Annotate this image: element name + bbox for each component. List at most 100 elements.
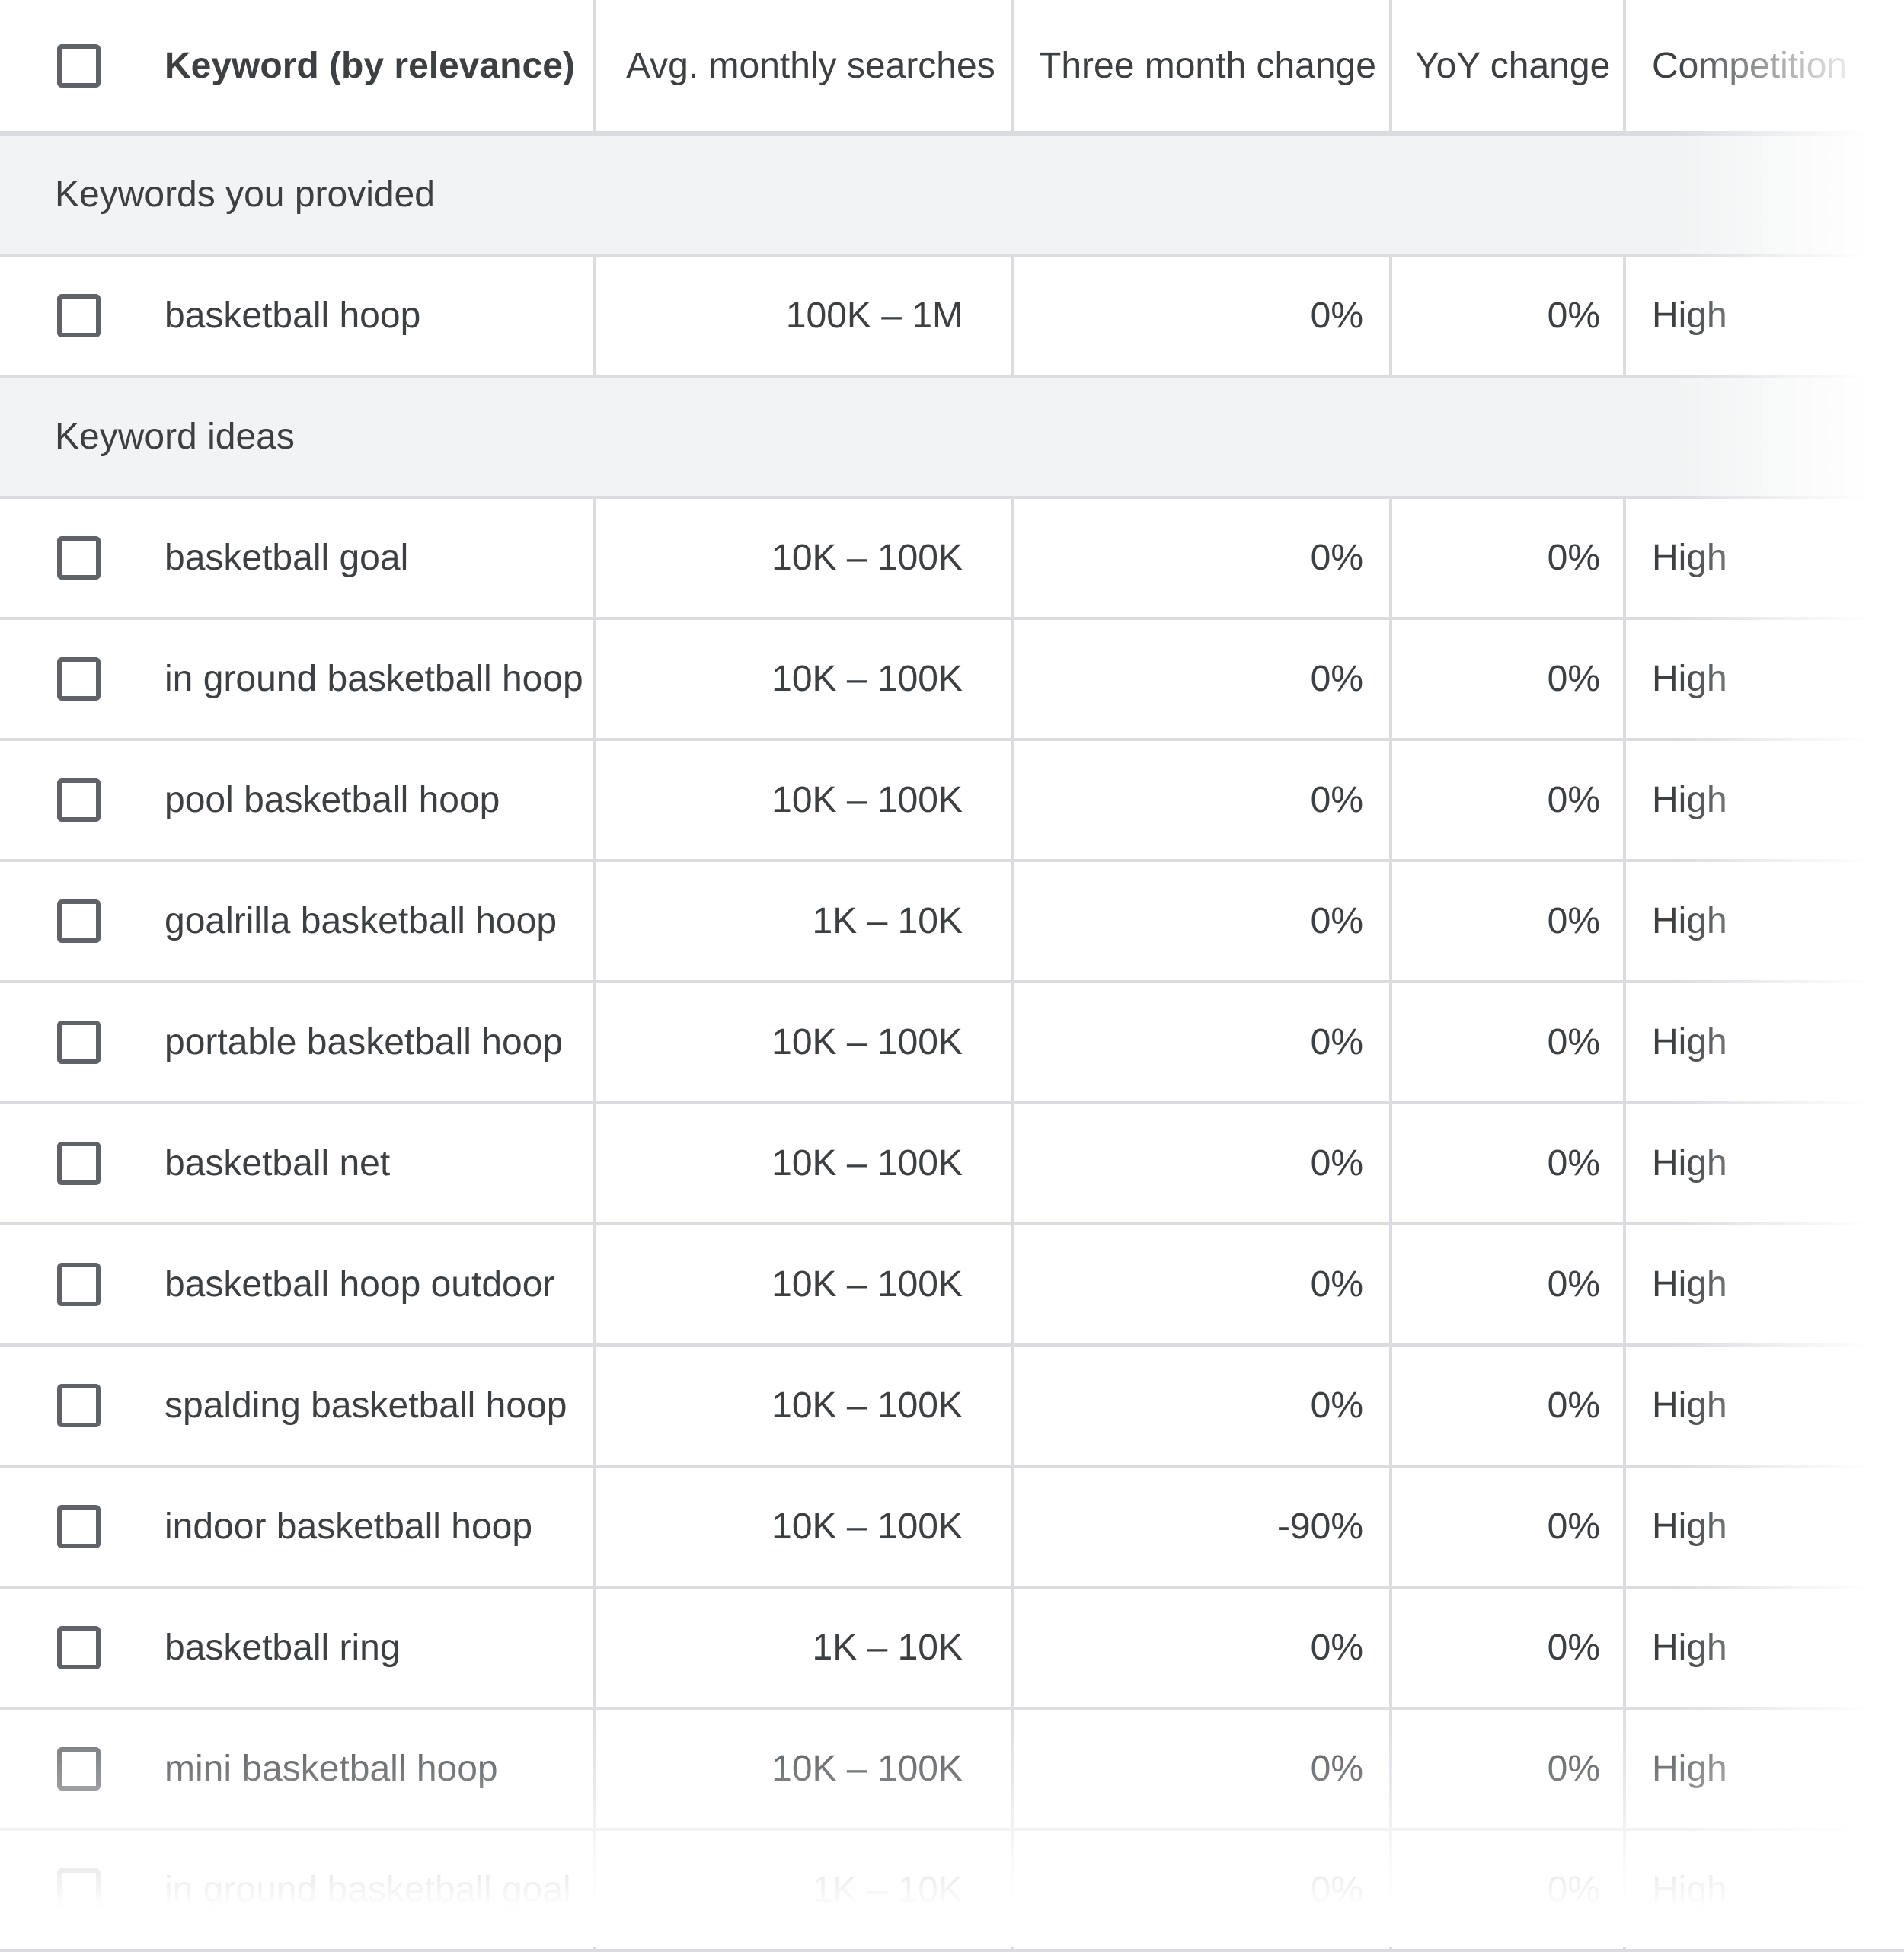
yoy-change-cell: 0% [1392, 1225, 1626, 1343]
table-row[interactable]: basketball goal 10K – 100K 0% 0% High [0, 499, 1904, 620]
row-checkbox[interactable] [57, 1384, 101, 1427]
keyword-text: in ground basketball goal [165, 1870, 571, 1910]
keyword-text: indoor basketball hoop [165, 1506, 533, 1547]
yoy-change-cell: 0% [1392, 983, 1626, 1101]
table-row[interactable]: portable basketball hoop 10K – 100K 0% 0% Hi… [0, 983, 1904, 1104]
row-checkbox[interactable] [57, 1021, 101, 1064]
three-month-change-cell: 0% [1014, 862, 1392, 980]
group-label: Keywords you provided [55, 174, 435, 215]
three-month-change-cell: 0% [1014, 741, 1392, 859]
keyword-cell: basketball hoop [0, 257, 596, 375]
yoy-change-cell: 0% [1392, 1710, 1626, 1828]
yoy-change-cell: 0% [1392, 741, 1626, 859]
avg-monthly-searches-cell: 10K – 100K [596, 499, 1014, 617]
row-checkbox[interactable] [57, 1747, 101, 1791]
avg-monthly-searches-cell: 10K – 100K [596, 1104, 1014, 1222]
row-checkbox[interactable] [57, 1142, 101, 1185]
keyword-text: spalding basketball hoop [165, 1385, 567, 1426]
table-row[interactable]: mini basketball hoop 10K – 100K 0% 0% High [0, 1710, 1904, 1831]
avg-monthly-searches-cell: 10K – 100K [596, 1225, 1014, 1343]
competition-cell: High [1652, 1385, 1727, 1426]
row-checkbox[interactable] [57, 294, 101, 337]
three-month-change-cell: 0% [1014, 1831, 1392, 1949]
keyword-cell: basketball net [0, 1104, 596, 1222]
column-header-yoy-change[interactable]: YoY change [1392, 0, 1626, 131]
keyword-text: basketball hoop [165, 296, 421, 336]
three-month-change-cell: 0% [1014, 1710, 1392, 1828]
yoy-change-cell: 0% [1392, 499, 1626, 617]
keyword-cell: in ground basketball hoop [0, 620, 596, 738]
table-row[interactable]: goalrilla basketball hoop 1K – 10K 0% 0% Hig… [0, 862, 1904, 983]
keyword-ideas-table: Keyword (by relevance) Avg. monthly sear… [0, 0, 1904, 1952]
avg-monthly-searches-cell: 1K – 10K [596, 1831, 1014, 1949]
yoy-change-cell: 0% [1392, 862, 1626, 980]
yoy-change-cell: 0% [1392, 620, 1626, 738]
keyword-cell: indoor basketball hoop [0, 1468, 596, 1586]
row-checkbox[interactable] [57, 1263, 101, 1306]
keyword-cell: basketball ring [0, 1589, 596, 1707]
avg-monthly-searches-cell: 10K – 100K [596, 1347, 1014, 1465]
yoy-change-cell: 0% [1392, 1104, 1626, 1222]
keyword-cell: spalding basketball hoop [0, 1347, 596, 1465]
row-checkbox[interactable] [57, 536, 101, 580]
competition-cell: High [1652, 901, 1727, 941]
column-header-avg-monthly-searches[interactable]: Avg. monthly searches [596, 0, 1014, 131]
three-month-change-cell: 0% [1014, 499, 1392, 617]
row-checkbox[interactable] [57, 1505, 101, 1548]
table-row[interactable]: indoor basketball hoop 10K – 100K -90% 0% Hi… [0, 1468, 1904, 1589]
competition-cell: High [1652, 1628, 1727, 1668]
yoy-change-cell: 0% [1392, 1347, 1626, 1465]
keyword-text: in ground basketball hoop [165, 659, 583, 699]
keyword-text: basketball ring [165, 1628, 401, 1668]
table-row[interactable]: basketball ring 1K – 10K 0% 0% High [0, 1589, 1904, 1710]
competition-cell: High [1652, 780, 1727, 820]
avg-monthly-searches-cell: 10K – 100K [596, 620, 1014, 738]
three-month-change-cell: 0% [1014, 1589, 1392, 1707]
table-row[interactable]: basketball net 10K – 100K 0% 0% High [0, 1104, 1904, 1225]
keyword-cell: in ground basketball goal [0, 1831, 596, 1949]
keyword-cell: basketball goal [0, 499, 596, 617]
table-row[interactable]: basketball hoop outdoor 10K – 100K 0% 0% Hig… [0, 1225, 1904, 1347]
select-all-checkbox[interactable] [57, 43, 101, 88]
group-label: Keyword ideas [55, 417, 295, 457]
avg-monthly-searches-cell: 10K – 100K [596, 1468, 1014, 1586]
table-row[interactable]: in ground basketball hoop 10K – 100K 0% 0% H… [0, 620, 1904, 741]
avg-monthly-searches-cell: 100K – 1M [596, 257, 1014, 375]
three-month-change-cell: 0% [1014, 983, 1392, 1101]
column-header-competition[interactable]: Competition [1626, 0, 1904, 131]
column-header-keyword-label[interactable]: Keyword (by relevance) [165, 45, 575, 87]
keyword-cell: portable basketball hoop [0, 983, 596, 1101]
table-row[interactable]: spalding basketball hoop 10K – 100K 0% 0% Hi… [0, 1347, 1904, 1468]
competition-cell: High [1652, 1022, 1727, 1062]
column-header-keyword[interactable]: Keyword (by relevance) [0, 0, 596, 131]
competition-cell: High [1652, 1264, 1727, 1305]
avg-monthly-searches-cell: 10K – 100K [596, 983, 1014, 1101]
keyword-text: portable basketball hoop [165, 1022, 564, 1062]
avg-monthly-searches-cell: 1K – 10K [596, 862, 1014, 980]
yoy-change-cell: 0% [1392, 1589, 1626, 1707]
table-row[interactable]: basketball hoop 100K – 1M 0% 0% High [0, 257, 1904, 378]
keyword-text: basketball net [165, 1143, 391, 1184]
keyword-cell: pool basketball hoop [0, 741, 596, 859]
row-checkbox[interactable] [57, 1626, 101, 1669]
yoy-change-cell: 0% [1392, 1468, 1626, 1586]
table-body: Keywords you provided basketball hoop 100K… [0, 136, 1904, 1952]
row-checkbox[interactable] [57, 657, 101, 701]
table-row[interactable]: pool basketball hoop 10K – 100K 0% 0% High [0, 741, 1904, 862]
three-month-change-cell: 0% [1014, 620, 1392, 738]
table-row[interactable]: in ground basketball goal 1K – 10K 0% 0% Hig… [0, 1831, 1904, 1952]
three-month-change-cell: 0% [1014, 1104, 1392, 1222]
column-header-three-month-change[interactable]: Three month change [1014, 0, 1392, 131]
row-checkbox[interactable] [57, 899, 101, 943]
competition-cell: High [1652, 659, 1727, 699]
three-month-change-cell: 0% [1014, 1347, 1392, 1465]
three-month-change-cell: 0% [1014, 1225, 1392, 1343]
three-month-change-cell: -90% [1014, 1468, 1392, 1586]
avg-monthly-searches-cell: 10K – 100K [596, 741, 1014, 859]
keyword-text: mini basketball hoop [165, 1749, 498, 1789]
keyword-text: pool basketball hoop [165, 780, 500, 820]
row-checkbox[interactable] [57, 778, 101, 822]
keyword-text: goalrilla basketball hoop [165, 901, 557, 941]
row-checkbox[interactable] [57, 1868, 101, 1912]
keyword-cell: goalrilla basketball hoop [0, 862, 596, 980]
